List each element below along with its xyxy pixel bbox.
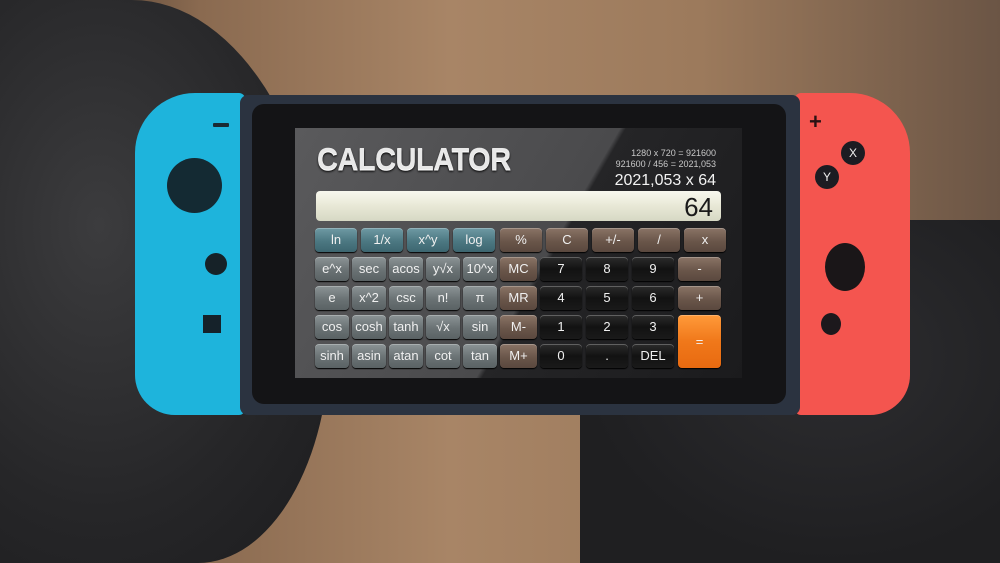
key-sym4-7-button[interactable]: . [586, 344, 628, 368]
key-sin-button[interactable]: sin [463, 315, 497, 339]
key-3-button[interactable]: 3 [632, 315, 674, 339]
history-line: 1280 x 720 = 921600 [631, 148, 716, 158]
key-6-button[interactable]: 6 [632, 286, 674, 310]
key-1x-button[interactable]: 1/x [361, 228, 403, 252]
key-yx-button[interactable]: y√x [426, 257, 460, 281]
left-analog-stick[interactable] [167, 158, 222, 213]
key-MR-button[interactable]: MR [500, 286, 537, 310]
key-tan-button[interactable]: tan [463, 344, 497, 368]
calculator-screen: CALCULATOR 1280 x 720 = 921600 921600 / … [295, 128, 742, 378]
right-joycon: + X Y [795, 93, 910, 415]
dpad-right-button[interactable] [205, 253, 227, 275]
key-n-button[interactable]: n! [426, 286, 460, 310]
key-sinh-button[interactable]: sinh [315, 344, 349, 368]
key-sec-button[interactable]: sec [352, 257, 386, 281]
key-ex-button[interactable]: e^x [315, 257, 349, 281]
key-5-button[interactable]: 5 [586, 286, 628, 310]
key-asin-button[interactable]: asin [352, 344, 386, 368]
key-tanh-button[interactable]: tanh [389, 315, 423, 339]
key-sym1-9-button[interactable]: - [678, 257, 721, 281]
key-atan-button[interactable]: atan [389, 344, 423, 368]
display-value: 64 [684, 192, 713, 222]
key-acos-button[interactable]: acos [389, 257, 423, 281]
key-8-button[interactable]: 8 [586, 257, 628, 281]
key-M-button[interactable]: M+ [500, 344, 537, 368]
left-joycon [135, 93, 245, 415]
result-display: 64 [316, 191, 721, 222]
key-x-button[interactable]: x [684, 228, 726, 252]
key-csc-button[interactable]: csc [389, 286, 423, 310]
y-button[interactable]: Y [815, 165, 839, 189]
current-expression: 2021,053 x 64 [614, 172, 716, 189]
key-cot-button[interactable]: cot [426, 344, 460, 368]
x-button[interactable]: X [841, 141, 865, 165]
key-cos-button[interactable]: cos [315, 315, 349, 339]
key-x2-button[interactable]: x^2 [352, 286, 386, 310]
minus-button[interactable] [213, 123, 229, 127]
key-log-button[interactable]: log [453, 228, 495, 252]
app-title: CALCULATOR [317, 142, 511, 178]
key-7-button[interactable]: 7 [540, 257, 582, 281]
plus-button[interactable]: + [809, 111, 822, 133]
key-0-button[interactable]: 0 [540, 344, 582, 368]
home-button[interactable] [821, 313, 841, 335]
key-sym0-7-button[interactable]: / [638, 228, 680, 252]
key-C-button[interactable]: C [546, 228, 588, 252]
key-DEL-button[interactable]: DEL [632, 344, 674, 368]
key-e-button[interactable]: e [315, 286, 349, 310]
key-4-button[interactable]: 4 [540, 286, 582, 310]
capture-button[interactable] [203, 315, 221, 333]
key-ln-button[interactable]: ln [315, 228, 357, 252]
key-cosh-button[interactable]: cosh [352, 315, 386, 339]
key-x-button[interactable]: √x [426, 315, 460, 339]
key-10x-button[interactable]: 10^x [463, 257, 497, 281]
key-sym2-4-button[interactable]: π [463, 286, 497, 310]
key-2-button[interactable]: 2 [586, 315, 628, 339]
right-analog-stick[interactable] [825, 243, 865, 291]
key-9-button[interactable]: 9 [632, 257, 674, 281]
history-line: 921600 / 456 = 2021,053 [615, 159, 716, 169]
key-1-button[interactable]: 1 [540, 315, 582, 339]
key-M-button[interactable]: M- [500, 315, 537, 339]
key-sym2-9-button[interactable]: + [678, 286, 721, 310]
key-sym0-6-button[interactable]: +/- [592, 228, 634, 252]
key-MC-button[interactable]: MC [500, 257, 537, 281]
key-xy-button[interactable]: x^y [407, 228, 449, 252]
key-sym0-4-button[interactable]: % [500, 228, 542, 252]
key-equals-button[interactable]: = [678, 315, 721, 368]
